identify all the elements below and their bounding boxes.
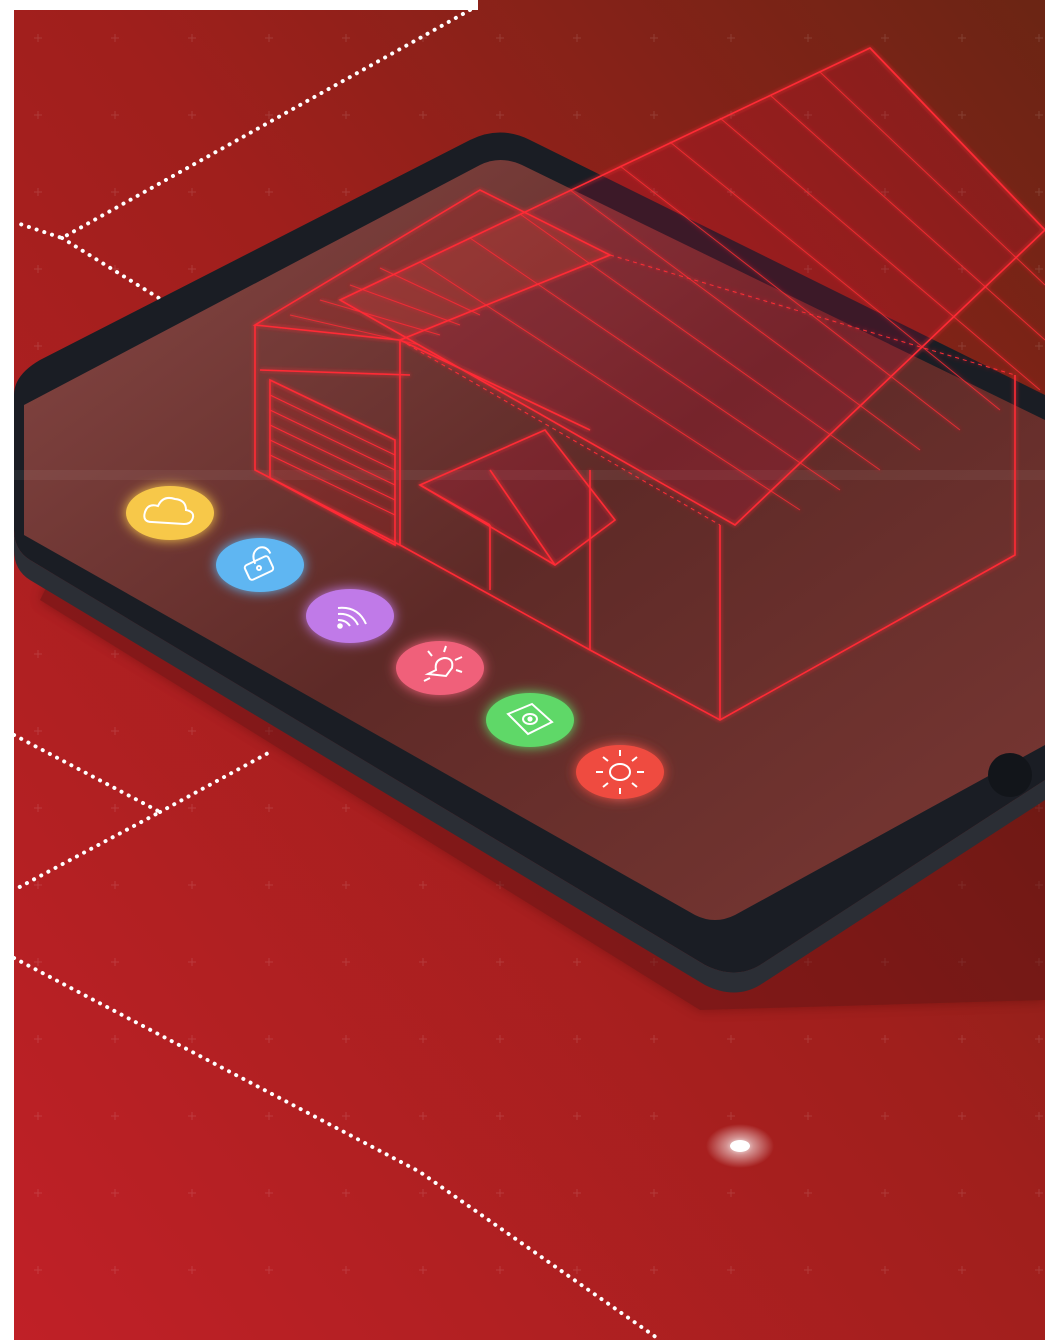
cloud-button[interactable] [126, 486, 214, 540]
glowing-dot [706, 1124, 774, 1168]
camera-button[interactable] [486, 693, 574, 747]
sun-button[interactable] [576, 745, 664, 799]
smart-home-illustration [0, 0, 1045, 1340]
lightbulb-button[interactable] [396, 641, 484, 695]
top-border [0, 0, 478, 10]
left-border [0, 0, 14, 1340]
home-button [988, 753, 1032, 797]
wifi-button[interactable] [306, 589, 394, 643]
lock-button[interactable] [216, 538, 304, 592]
